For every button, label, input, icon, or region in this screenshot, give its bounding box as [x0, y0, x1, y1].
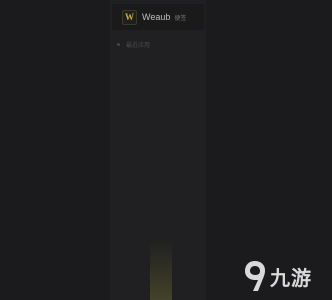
dot-icon	[117, 42, 120, 46]
app-tag: 便签	[174, 15, 187, 22]
ninegame-logo-icon	[245, 261, 265, 291]
app-header[interactable]: W Weaub 便签	[112, 4, 204, 30]
app-logo-icon: W	[122, 9, 137, 25]
menu-item-label: 最近应用	[126, 42, 151, 49]
app-logo-letter: W	[125, 11, 134, 22]
light-glow	[150, 240, 172, 300]
screen: W Weaub 便签 最近应用 九游	[0, 0, 332, 300]
watermark-text: 九游	[270, 267, 312, 290]
app-name: Weaub	[142, 12, 171, 22]
watermark: 九游	[242, 256, 328, 296]
menu-item-recent[interactable]: 最近应用	[114, 38, 204, 50]
